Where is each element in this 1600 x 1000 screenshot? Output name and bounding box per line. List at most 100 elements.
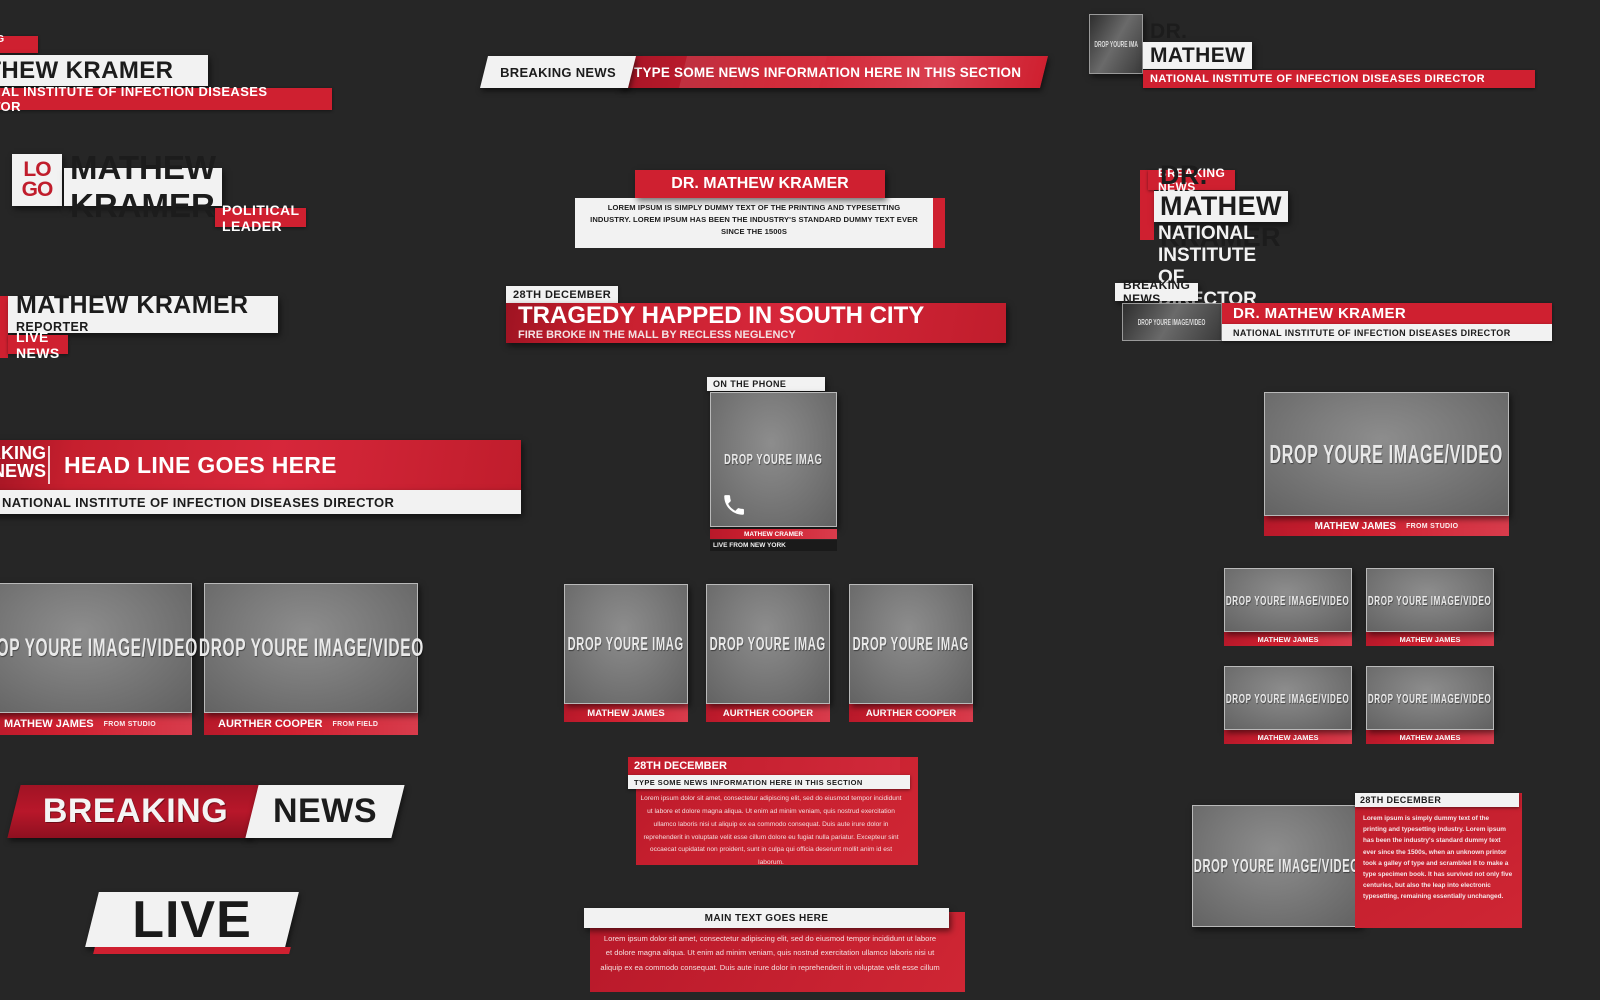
breaking-news-badge-left-label: BREAKING xyxy=(42,792,229,830)
phone-card-tag: ON THE PHONE xyxy=(707,377,825,391)
card-center-2-thumb-label: DROP YOURE IMAG xyxy=(709,633,827,654)
main-text-block-body: Lorem ipsum dolor sit amet, consectetur … xyxy=(600,932,940,975)
live-badge: LIVE xyxy=(85,890,299,954)
card-center-1-caption: MATHEW JAMES xyxy=(564,704,688,722)
live-badge-text: LIVE xyxy=(92,890,292,949)
card-center-3-thumb-label: DROP YOURE IMAG xyxy=(852,633,970,654)
card-left-2-name: AURTHER COOPER xyxy=(218,718,323,730)
article-right-body: Lorem ipsum is simply dummy text of the … xyxy=(1363,813,1513,903)
lower-third-topright-role-label: NATIONAL INSTITUTE OF INFECTION DISEASES… xyxy=(1150,73,1485,85)
lower-third-1-name-label: MATHEW KRAMER xyxy=(0,56,174,84)
card-grid-right-4-caption: MATHEW JAMES xyxy=(1366,730,1494,744)
card-grid-right-3-caption: MATHEW JAMES xyxy=(1224,730,1352,744)
lower-third-logo-role: POLITICAL LEADER xyxy=(215,202,307,234)
card-grid-right-1-thumb: DROP YOURE IMAGE/VIDEO xyxy=(1224,568,1352,632)
card-left-2: DROP YOURE IMAGE/VIDEO AURTHER COOPER FR… xyxy=(199,583,423,735)
breaking-news-badge: BREAKING NEWS xyxy=(7,785,405,838)
card-grid-right-4-name: MATHEW JAMES xyxy=(1399,732,1461,742)
card-grid-right-4-thumb: DROP YOURE IMAGE/VIDEO xyxy=(1366,666,1494,730)
headline-banner-tag-line1: AKING xyxy=(0,443,46,463)
news-lower-thirds-template-sheet: BREAKING NEWS MATHEW KRAMER NATIONAL INS… xyxy=(0,0,1600,1000)
headline-tragedy-headline: TRAGEDY HAPPED IN SOUTH CITY xyxy=(518,302,925,329)
card-left-1-sub: FROM STUDIO xyxy=(103,720,156,728)
logo-line-1: LO xyxy=(23,158,51,182)
phone-card: ON THE PHONE DROP YOURE IMAG MATHEW CRAM… xyxy=(707,377,837,551)
live-badge-underline xyxy=(93,947,291,954)
article-center-subtitle-label: TYPE SOME NEWS INFORMATION HERE IN THIS … xyxy=(634,777,863,787)
card-center-3-name: AURTHER COOPER xyxy=(865,707,957,719)
lower-third-reporter-block: MATHEW KRAMER REPORTER xyxy=(8,292,278,334)
phone-card-location-label: LIVE FROM NEW YORK xyxy=(713,542,786,549)
quote-card-title: DR. MATHEW KRAMER xyxy=(635,170,885,198)
lower-third-1-tag: BREAKING NEWS xyxy=(0,34,38,53)
card-grid-right-2-name: MATHEW JAMES xyxy=(1399,634,1461,644)
lower-third-thumb-right-tag-label: BREAKING NEWS xyxy=(1123,278,1191,306)
phone-card-tag-label: ON THE PHONE xyxy=(713,379,787,389)
card-grid-right-2-thumb-label: DROP YOURE IMAGE/VIDEO xyxy=(1368,592,1492,608)
headline-banner-headline-label: HEAD LINE GOES HERE xyxy=(64,451,337,478)
lower-third-breaking-right-name: DR. MATHEW KRAMER xyxy=(1154,160,1288,252)
card-wide-right-sub: FROM STUDIO xyxy=(1406,522,1459,530)
card-center-1-name: MATHEW JAMES xyxy=(587,707,665,719)
lower-third-reporter-accent xyxy=(0,296,8,358)
lower-third-logo-name-label: MATHEW KRAMER xyxy=(70,149,217,224)
headline-tragedy-date: 28TH DECEMBER xyxy=(506,286,619,303)
card-wide-right-caption: MATHEW JAMES FROM STUDIO xyxy=(1264,516,1509,536)
breaking-news-badge-right: NEWS xyxy=(252,785,398,838)
lower-third-thumb-right-name-label: DR. MATHEW KRAMER xyxy=(1233,305,1407,322)
card-grid-right-4: DROP YOURE IMAGE/VIDEO MATHEW JAMES xyxy=(1366,666,1494,744)
lower-third-thumb-right-role-label: NATIONAL INSTITUTE OF INFECTION DISEASES… xyxy=(1233,327,1511,338)
card-center-3-thumb: DROP YOURE IMAG xyxy=(849,584,973,704)
top-ticker-label: BREAKING NEWS xyxy=(484,56,632,88)
phone-card-name-label: MATHEW CRAMER xyxy=(743,530,804,538)
card-grid-right-1-name: MATHEW JAMES xyxy=(1257,634,1319,644)
card-center-1: DROP YOURE IMAG MATHEW JAMES xyxy=(564,584,688,722)
card-center-2: DROP YOURE IMAG AURTHER COOPER xyxy=(706,584,830,722)
article-right-thumb-label: DROP YOURE IMAGE/VIDEO xyxy=(1194,855,1360,876)
card-center-3-caption: AURTHER COOPER xyxy=(849,704,973,722)
live-badge-label: LIVE xyxy=(132,890,252,949)
lower-third-topright-role: NATIONAL INSTITUTE OF INFECTION DISEASES… xyxy=(1143,70,1535,88)
phone-icon xyxy=(724,495,744,515)
logo-line-2: GO xyxy=(21,178,54,201)
card-center-1-thumb: DROP YOURE IMAG xyxy=(564,584,688,704)
lower-third-thumb-right-thumb-label: DROP YOURE IMAGE/VIDEO xyxy=(1138,317,1206,327)
top-ticker-message-label: TYPE SOME NEWS INFORMATION HERE IN THIS … xyxy=(634,64,1022,80)
top-ticker: TYPE SOME NEWS INFORMATION HERE IN THIS … xyxy=(480,56,1048,88)
lower-third-logo-role-label: POLITICAL LEADER xyxy=(222,201,300,234)
phone-card-thumb-label: DROP YOURE IMAG xyxy=(724,451,823,468)
card-grid-right-1: DROP YOURE IMAGE/VIDEO MATHEW JAMES xyxy=(1224,568,1352,646)
card-center-3: DROP YOURE IMAG AURTHER COOPER xyxy=(849,584,973,722)
article-right-date-label: 28TH DECEMBER xyxy=(1360,795,1442,805)
card-left-1: DROP YOURE IMAGE/VIDEO MATHEW JAMES FROM… xyxy=(0,583,197,735)
logo-box: LO GO xyxy=(12,154,62,206)
card-grid-right-3: DROP YOURE IMAGE/VIDEO MATHEW JAMES xyxy=(1224,666,1352,744)
article-center-subtitle: TYPE SOME NEWS INFORMATION HERE IN THIS … xyxy=(628,775,910,789)
article-center-date-label: 28TH DECEMBER xyxy=(634,760,727,772)
headline-tragedy-subhead: FIRE BROKE IN THE MALL BY RECLESS NEGLEN… xyxy=(518,328,796,341)
headline-banner-tag: AKING NEWS xyxy=(0,444,46,481)
headline-tragedy-text: TRAGEDY HAPPED IN SOUTH CITY FIRE BROKE … xyxy=(518,302,998,341)
lower-third-thumb-right-tag: BREAKING NEWS xyxy=(1115,278,1199,306)
headline-tragedy-date-label: 28TH DECEMBER xyxy=(513,288,612,301)
card-center-2-name: AURTHER COOPER xyxy=(722,707,814,719)
card-wide-right: DROP YOURE IMAGE/VIDEO MATHEW JAMES FROM… xyxy=(1264,392,1509,536)
main-text-block-body-label: Lorem ipsum dolor sit amet, consectetur … xyxy=(600,934,940,972)
lower-third-topright-thumb: DROP YOURE IMA xyxy=(1089,14,1143,74)
lower-third-thumb-right-thumb: DROP YOURE IMAGE/VIDEO xyxy=(1122,303,1222,341)
lower-third-1-name: MATHEW KRAMER xyxy=(0,55,208,86)
card-grid-right-3-thumb: DROP YOURE IMAGE/VIDEO xyxy=(1224,666,1352,730)
top-ticker-label-text: BREAKING NEWS xyxy=(500,64,616,80)
headline-banner-subhead: NATIONAL INSTITUTE OF INFECTION DISEASES… xyxy=(0,490,521,514)
lower-third-logo-name: MATHEW KRAMER xyxy=(64,149,223,224)
card-left-1-caption: MATHEW JAMES FROM STUDIO xyxy=(0,713,192,735)
main-text-block-title-label: MAIN TEXT GOES HERE xyxy=(704,912,829,924)
card-grid-right-1-caption: MATHEW JAMES xyxy=(1224,632,1352,646)
breaking-news-badge-right-label: NEWS xyxy=(273,792,377,830)
card-grid-right-2-caption: MATHEW JAMES xyxy=(1366,632,1494,646)
card-grid-right-4-thumb-label: DROP YOURE IMAGE/VIDEO xyxy=(1368,690,1492,706)
article-right: DROP YOURE IMAGE/VIDEO 28TH DECEMBER Lor… xyxy=(1192,793,1522,928)
article-right-body-label: Lorem ipsum is simply dummy text of the … xyxy=(1363,815,1513,901)
card-grid-right-2-thumb: DROP YOURE IMAGE/VIDEO xyxy=(1366,568,1494,632)
top-ticker-message: TYPE SOME NEWS INFORMATION HERE IN THIS … xyxy=(634,56,1044,88)
